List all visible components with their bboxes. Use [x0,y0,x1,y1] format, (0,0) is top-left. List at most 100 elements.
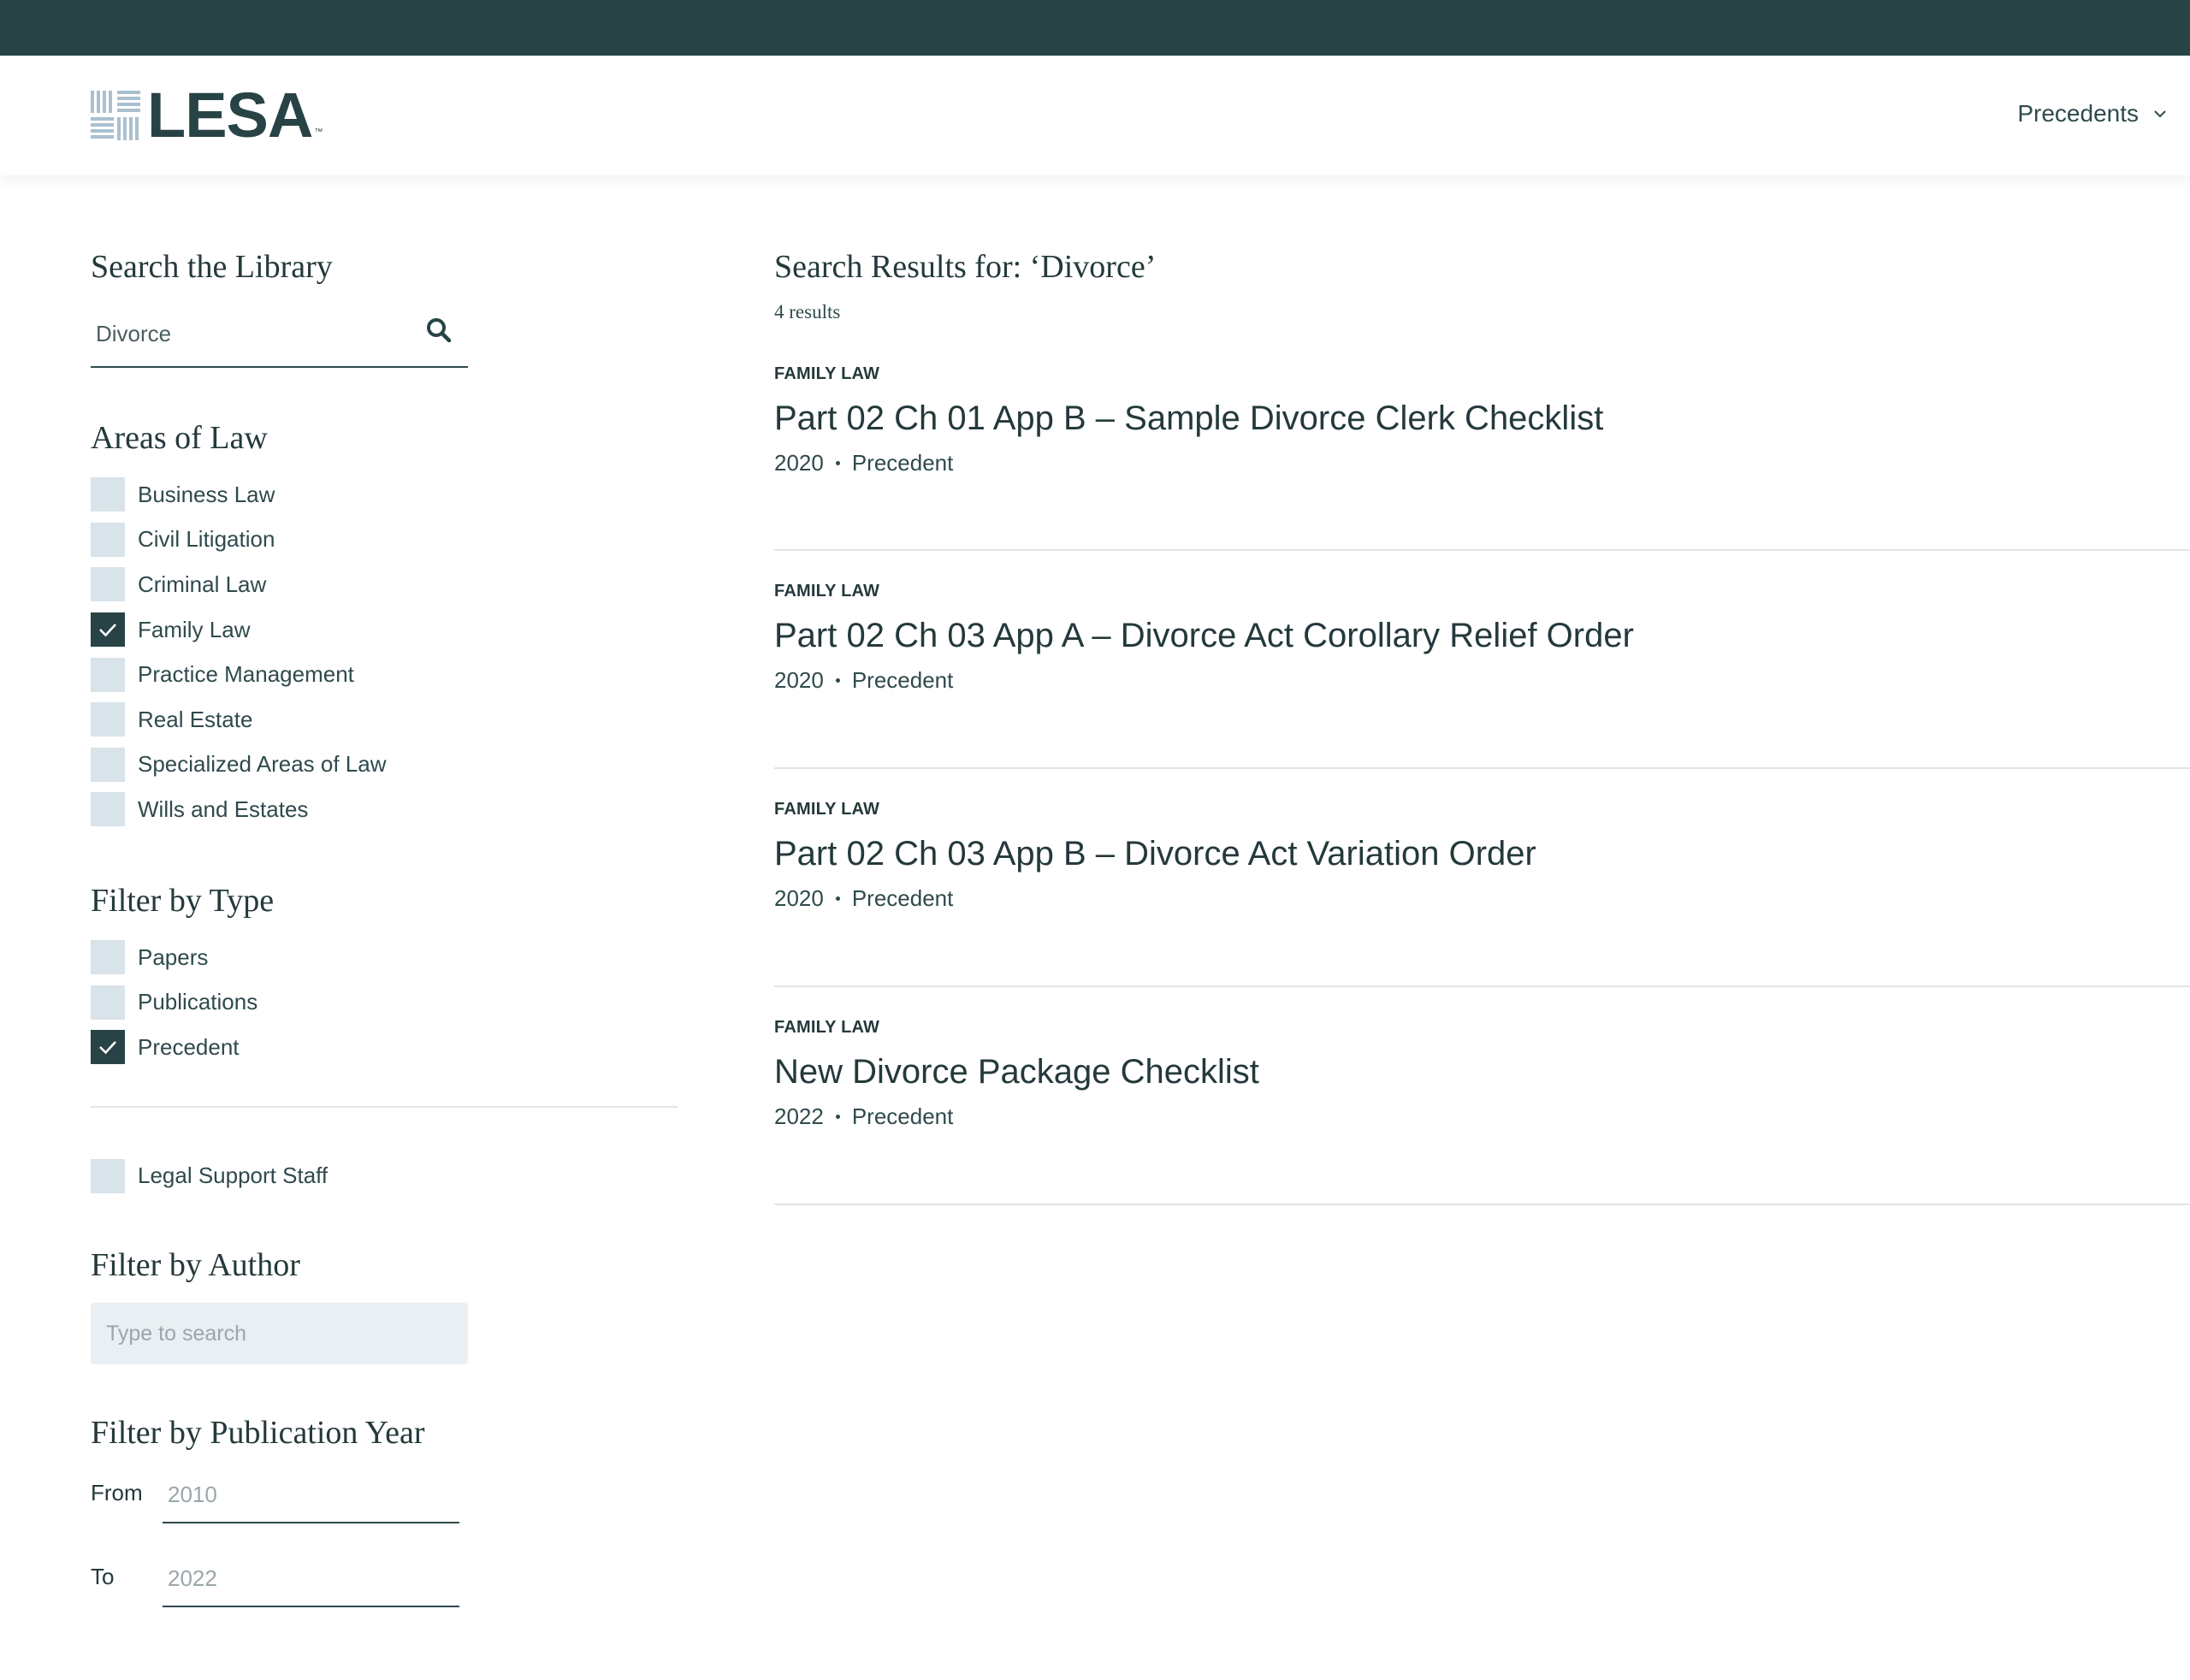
filter-area-specialized[interactable]: Specialized Areas of Law [91,742,678,788]
filter-area-business-law[interactable]: Business Law [91,472,678,518]
result-meta: 2020 Precedent [774,450,2190,476]
result-item: FAMILY LAW Part 02 Ch 01 App B – Sample … [774,358,2190,551]
sidebar-divider [91,1105,678,1108]
result-year: 2020 [774,450,824,476]
result-type: Precedent [851,450,954,476]
filter-area-real-estate[interactable]: Real Estate [91,697,678,742]
checkbox-label: Practice Management [138,661,354,688]
result-category: FAMILY LAW [774,364,880,383]
checkbox-label: Criminal Law [138,571,267,597]
year-from-label: From [91,1480,143,1506]
legal-support-list: Legal Support Staff [91,1154,678,1199]
checkbox-label: Publications [138,989,258,1015]
library-search [91,303,468,368]
checkbox[interactable] [91,657,125,692]
result-title-link[interactable]: Part 02 Ch 01 App B – Sample Divorce Cle… [774,399,2190,438]
result-item: FAMILY LAW Part 02 Ch 03 App B – Divorce… [774,769,2190,987]
search-icon[interactable] [425,316,453,344]
result-title-link[interactable]: New Divorce Package Checklist [774,1053,2190,1091]
result-category: FAMILY LAW [774,1018,880,1037]
library-search-input[interactable] [96,315,404,352]
year-to-label: To [91,1564,115,1590]
checkbox[interactable] [91,1030,125,1065]
checkbox-label: Real Estate [138,706,253,732]
filter-area-wills-estates[interactable]: Wills and Estates [91,787,678,832]
areas-of-law-heading: Areas of Law [91,420,268,456]
meta-separator-dot [835,461,840,465]
checkbox-label: Specialized Areas of Law [138,751,387,778]
year-to-input[interactable] [168,1561,441,1596]
result-title-link[interactable]: Part 02 Ch 03 App A – Divorce Act Coroll… [774,617,2190,655]
meta-separator-dot [835,896,840,901]
year-from-row: From [91,1470,678,1524]
filter-area-family-law[interactable]: Family Law [91,607,678,653]
logo-mark-icon [91,91,140,140]
result-meta: 2020 Precedent [774,667,2190,694]
type-list: Papers Publications Precedent [91,935,678,1070]
year-from-input[interactable] [168,1477,441,1512]
result-type: Precedent [851,885,954,911]
results-count: 4 results [774,301,841,322]
author-filter: Filter by Author [91,1246,678,1365]
checkbox-label: Papers [138,944,209,970]
checkbox-label: Legal Support Staff [138,1162,328,1189]
checkbox[interactable] [91,792,125,827]
filter-year-heading: Filter by Publication Year [91,1415,425,1452]
publication-year-filter: Filter by Publication Year From To [91,1414,678,1608]
precedents-nav-label: Precedents [2017,100,2139,127]
result-meta: 2022 Precedent [774,1103,2190,1130]
checkmark-icon [99,624,116,637]
filter-type-papers[interactable]: Papers [91,935,678,980]
site-header: LESA ™ [0,56,2190,175]
checkbox[interactable] [91,985,125,1020]
result-title-link[interactable]: Part 02 Ch 03 App B – Divorce Act Variat… [774,835,2190,873]
top-bar [0,0,2190,56]
precedents-nav-dropdown[interactable]: Precedents [2017,97,2168,131]
result-item: FAMILY LAW New Divorce Package Checklist… [774,987,2190,1205]
filter-legal-support-staff[interactable]: Legal Support Staff [91,1154,678,1199]
checkbox[interactable] [91,522,125,557]
checkbox[interactable] [91,747,125,782]
result-category: FAMILY LAW [774,800,880,819]
meta-separator-dot [835,678,840,683]
result-year: 2022 [774,1103,824,1129]
result-type: Precedent [851,667,954,693]
author-search-input[interactable] [91,1303,468,1365]
filter-area-criminal-law[interactable]: Criminal Law [91,562,678,607]
year-to-field [163,1554,459,1608]
result-year: 2020 [774,885,824,911]
type-filter: Filter by Type Papers Publications Prece… [91,882,678,1198]
checkbox[interactable] [91,1158,125,1193]
checkmark-icon [99,1041,116,1055]
year-from-field [163,1470,459,1524]
checkbox-label: Family Law [138,616,251,642]
filter-type-publications[interactable]: Publications [91,979,678,1025]
results-title: Search Results for: ‘Divorce’ [774,249,1157,285]
lesa-logo[interactable]: LESA ™ [91,80,323,151]
result-type: Precedent [851,1103,954,1129]
filter-type-heading: Filter by Type [91,882,275,919]
checkbox-label: Precedent [138,1033,240,1060]
filter-type-precedent[interactable]: Precedent [91,1025,678,1070]
filter-area-civil-litigation[interactable]: Civil Litigation [91,518,678,563]
chevron-down-icon [2154,110,2166,118]
logo-trademark: ™ [314,127,323,137]
areas-of-law-list: Business Law Civil Litigation Criminal L… [91,472,678,832]
logo-wordmark: LESA [147,80,313,151]
filter-area-practice-management[interactable]: Practice Management [91,652,678,697]
result-year: 2020 [774,667,824,693]
filter-author-heading: Filter by Author [91,1247,300,1284]
checkbox[interactable] [91,940,125,975]
filter-sidebar: Search the Library Areas of Law Business… [91,248,678,1608]
checkbox[interactable] [91,612,125,648]
checkbox-label: Civil Litigation [138,526,275,553]
checkbox-label: Wills and Estates [138,796,309,822]
result-meta: 2020 Precedent [774,885,2190,912]
meta-separator-dot [835,1115,840,1119]
checkbox[interactable] [91,477,125,512]
checkbox[interactable] [91,702,125,737]
result-list: FAMILY LAW Part 02 Ch 01 App B – Sample … [774,358,2190,1205]
areas-of-law-filter: Areas of Law Business Law Civil Litigati… [91,419,678,832]
checkbox[interactable] [91,567,125,602]
result-category: FAMILY LAW [774,582,880,600]
